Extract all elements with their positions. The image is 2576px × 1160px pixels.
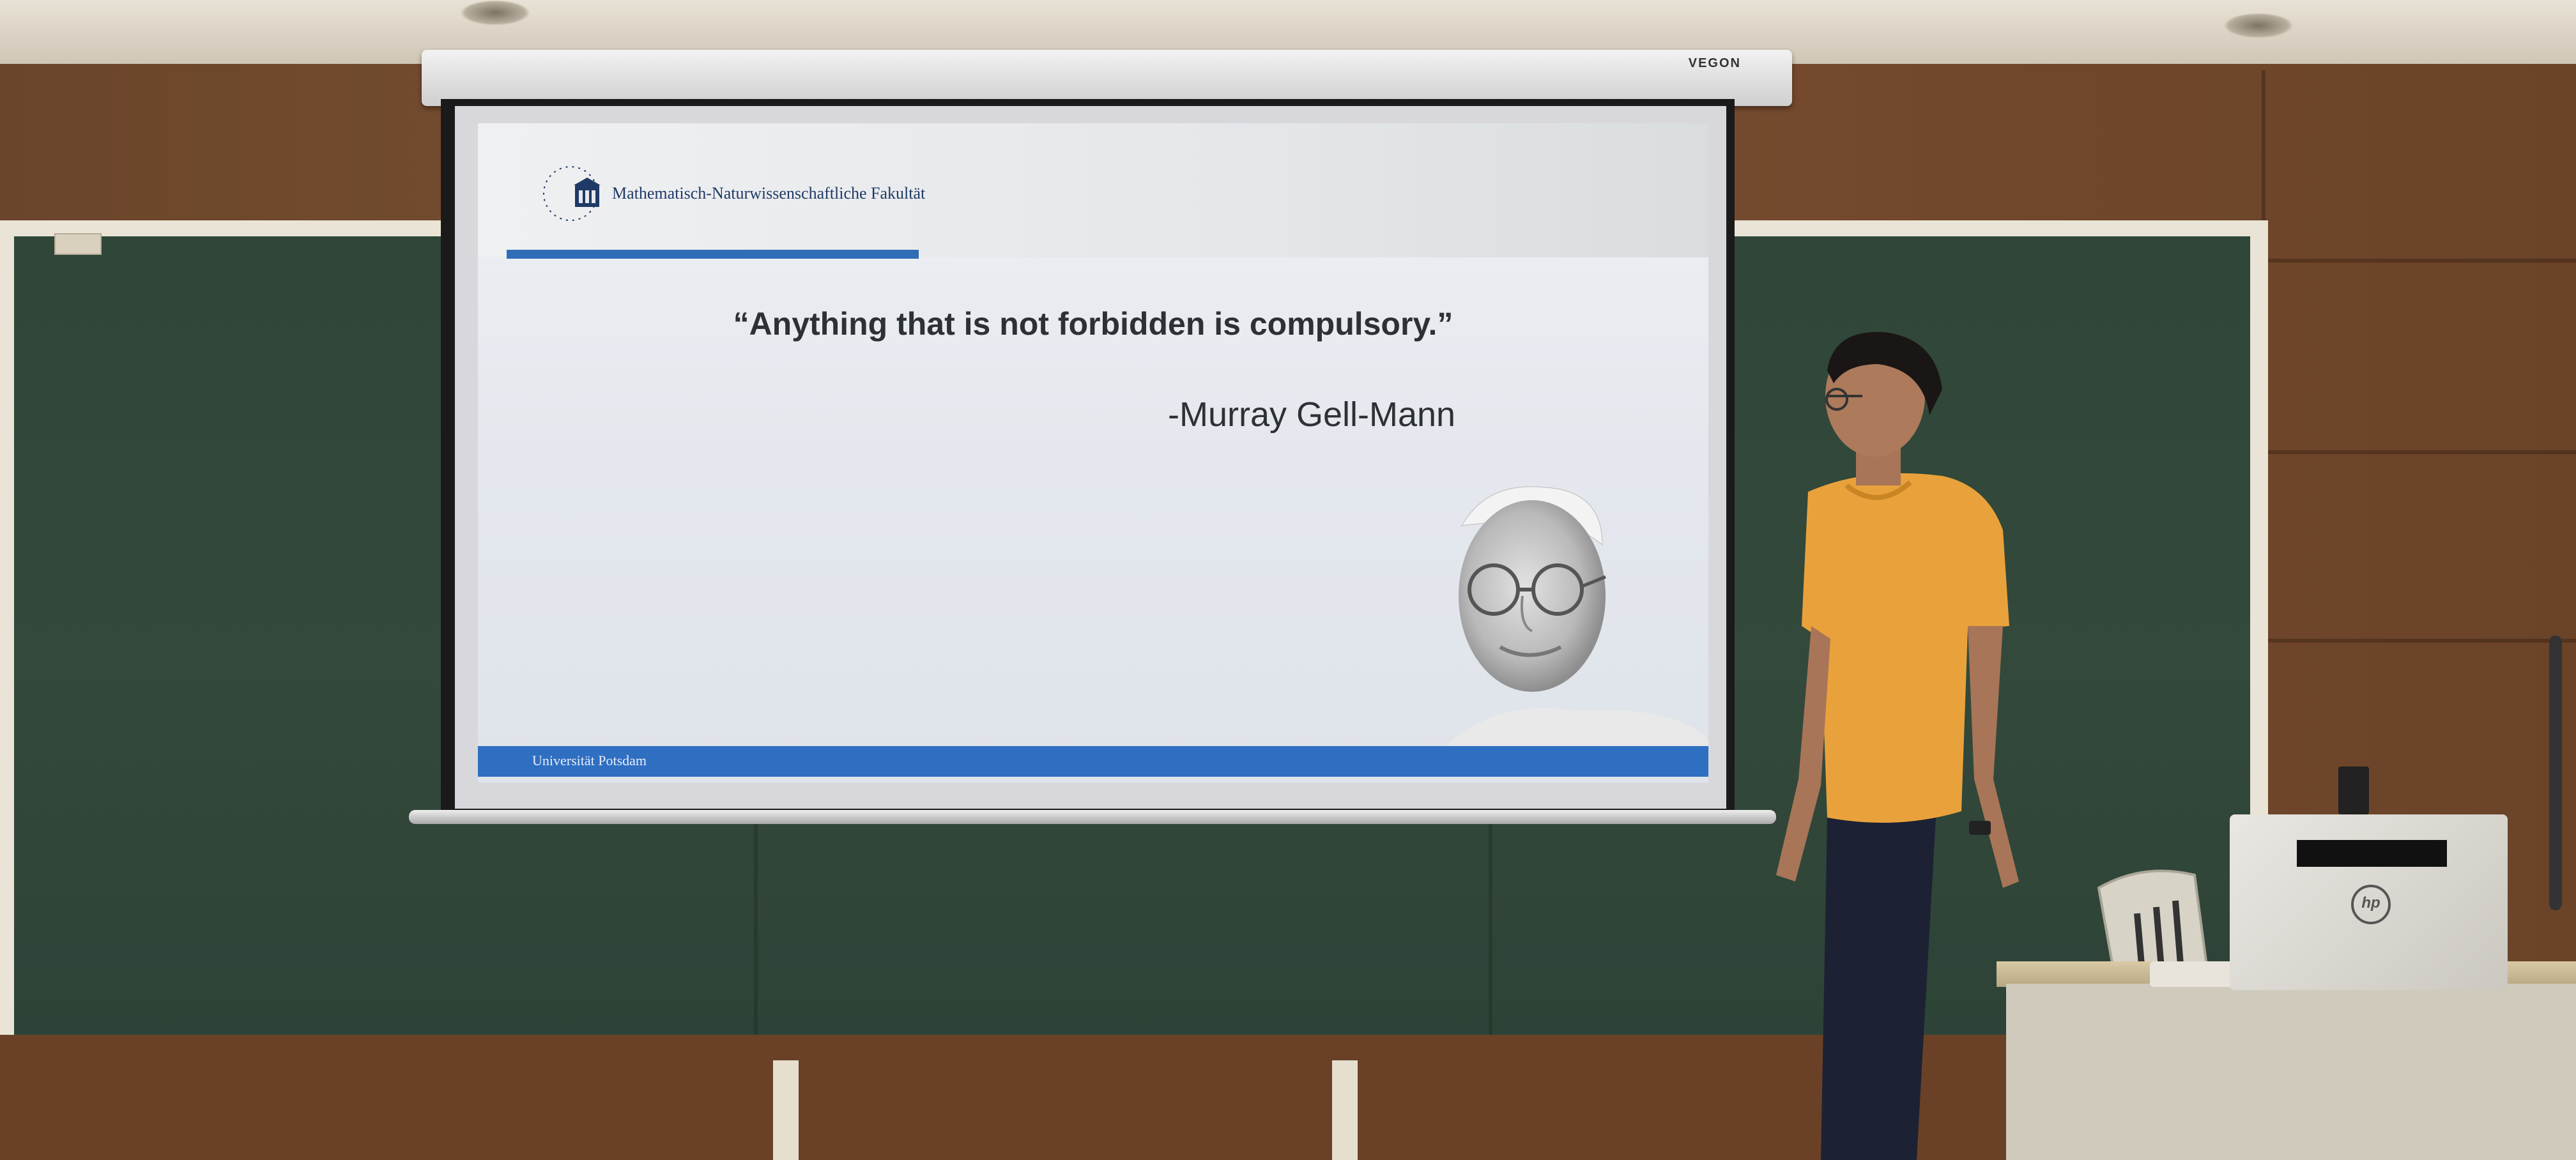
wall-panel-seam bbox=[2268, 450, 2576, 454]
laptop: hp bbox=[2230, 814, 2508, 990]
slide-footer-bar: Universität Potsdam bbox=[478, 746, 1708, 777]
hp-logo-icon: hp bbox=[2351, 885, 2391, 924]
ceiling-light bbox=[460, 0, 530, 26]
ceiling-light bbox=[2223, 13, 2294, 38]
slide-footer-text: Universität Potsdam bbox=[532, 752, 647, 768]
projector-screen-housing: VEGON bbox=[422, 50, 1792, 106]
chalkboard-sticker bbox=[54, 233, 102, 255]
lectern-desk-body bbox=[2006, 984, 2576, 1160]
university-seal-logo bbox=[543, 166, 601, 221]
slide-quote-author: -Murray Gell-Mann bbox=[1168, 395, 1456, 434]
wainscot-stile bbox=[773, 1060, 799, 1160]
laptop-label bbox=[2297, 840, 2447, 867]
presentation-slide: Mathematisch-Naturwissenschaftliche Faku… bbox=[478, 123, 1708, 782]
wall-panel-seam bbox=[2268, 259, 2576, 263]
gell-mann-portrait bbox=[1449, 486, 1708, 768]
wall-panel-seam bbox=[2268, 639, 2576, 643]
slide-faculty-title: Mathematisch-Naturwissenschaftliche Faku… bbox=[612, 184, 926, 202]
wainscot-stile bbox=[1332, 1060, 1358, 1160]
screen-brand-label: VEGON bbox=[1688, 56, 1741, 70]
slide-header-rule bbox=[507, 250, 919, 259]
slide-quote: “Anything that is not forbidden is compu… bbox=[733, 306, 1453, 342]
wall-cable bbox=[2549, 636, 2562, 910]
wall-outlet bbox=[2338, 767, 2369, 814]
projector-screen-bottom-bar bbox=[409, 810, 1776, 824]
